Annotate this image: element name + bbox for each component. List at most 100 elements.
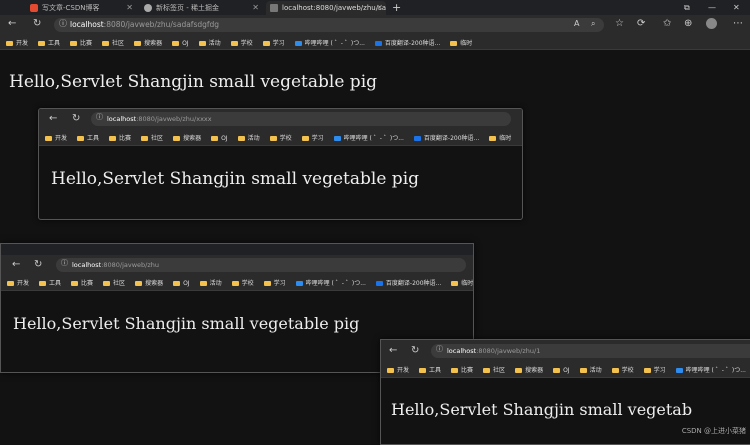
bookmark-item[interactable]: 学习 [262,36,285,49]
bookmark-item[interactable]: 临时 [451,276,473,291]
read-aloud-icon[interactable]: A [574,20,579,28]
bookmark-item[interactable]: 哔哩哔哩 ( ゜- ゜)つ... [675,363,746,378]
folder-icon [515,367,523,373]
folder-icon [198,41,206,46]
address-bar[interactable]: ⓘ localhost:8080/javweb/zhu/1 [431,344,750,358]
folder-icon [199,280,207,286]
back-icon[interactable]: ← [389,346,397,356]
favorite-star-icon[interactable]: ☆ [615,19,624,29]
reload-icon[interactable]: ↻ [411,346,419,356]
screenshot-window-1: ← ↻ ⓘ localhost:8080/javweb/zhu/xxxx 开发工… [38,108,523,220]
bookmark-item[interactable]: OJ [172,36,189,49]
bookmark-item[interactable]: 比赛 [451,363,473,378]
minimize-icon[interactable]: — [708,0,716,15]
close-window-icon[interactable]: ✕ [733,0,740,15]
bookmark-item[interactable]: 活动 [237,130,260,145]
bookmark-item[interactable]: 工具 [38,36,60,49]
bookmark-item[interactable]: 哔哩哔哩 ( ゜- ゜)つ... [294,36,365,49]
bookmark-item[interactable]: 社区 [102,36,124,49]
url-path: :8080/javweb/zhu/sadafsdgfdg [103,20,220,29]
new-tab-button[interactable]: + [392,0,401,15]
page-text: Hello,Servlet Shangjin small vegetable p… [51,169,420,189]
folder-icon [237,136,245,141]
reload-icon[interactable]: ↻ [72,114,80,124]
favorites-icon[interactable]: ✩ [663,19,671,29]
back-icon[interactable]: ← [12,260,20,270]
bookmark-item[interactable]: 临时 [450,36,472,49]
bookmark-item[interactable]: 学校 [231,276,254,291]
bookmark-item[interactable]: 搜索器 [135,276,163,291]
bookmark-item[interactable]: 哔哩哔哩 ( ゜- ゜)つ... [295,276,366,291]
bookmark-item[interactable]: 搜索器 [134,36,162,49]
bookmark-item[interactable]: OJ [211,130,228,145]
bookmark-item[interactable]: 比赛 [109,130,131,145]
reload-icon[interactable]: ↻ [34,260,42,270]
bookmark-item[interactable]: 开发 [6,36,28,49]
close-icon[interactable]: ✕ [252,1,259,15]
more-menu-icon[interactable]: ⋯ [733,19,743,29]
reload-icon[interactable]: ↻ [33,19,41,29]
csdn-watermark: CSDN @上进小菜猪 [681,427,746,435]
bookmark-item[interactable]: 开发 [387,363,409,378]
toolbar: ← ↻ ⓘ localhost:8080/javweb/zhu [1,255,473,275]
page-favicon-icon [270,4,278,12]
bookmark-item[interactable]: OJ [173,276,190,291]
folder-icon [71,280,79,286]
bookmark-item[interactable]: 工具 [39,276,61,291]
bookmark-item[interactable]: OJ [553,363,570,378]
bookmark-item[interactable]: 百度翻译-200种语... [375,276,441,291]
baidu-translate-icon [375,280,383,286]
close-icon[interactable]: ✕ [376,1,383,15]
bookmark-item[interactable]: 学习 [263,276,286,291]
bookmark-item[interactable]: 搜索器 [173,130,201,145]
bookmark-item[interactable]: 哔哩哔哩 ( ゜- ゜)つ... [333,130,404,145]
folder-icon [419,367,427,373]
tab-juejin[interactable]: 新标签页 - 稀土掘金 ✕ [140,1,262,15]
bookmark-item[interactable]: 临时 [489,130,511,145]
address-bar[interactable]: ⓘ localhost:8080/javweb/zhu/xxxx [91,112,511,126]
bookmark-item[interactable]: 开发 [45,130,67,145]
folder-icon [230,41,238,46]
bookmark-item[interactable]: 学习 [301,130,324,145]
back-icon[interactable]: ← [8,19,16,29]
bookmark-item[interactable]: 开发 [7,276,29,291]
address-bar[interactable]: ⓘ localhost:8080/javweb/zhu/sadafsdgfdg … [54,18,604,32]
folder-icon [451,367,459,373]
bookmark-item[interactable]: 百度翻译-200种语... [413,130,479,145]
bookmark-item[interactable]: 学习 [643,363,666,378]
tab-actions-icon[interactable]: ⧉ [684,0,690,15]
folder-icon [173,280,181,286]
back-icon[interactable]: ← [49,114,57,124]
url-path: :8080/javweb/zhu/1 [476,347,541,355]
bookmark-item[interactable]: 活动 [579,363,602,378]
folder-icon [172,41,180,46]
url-path: :8080/javweb/zhu [101,261,160,269]
zoom-icon[interactable]: ⌕ [591,20,595,28]
bookmark-item[interactable]: 学校 [611,363,634,378]
folder-icon [263,280,271,286]
tab-csdn[interactable]: 写文章-CSDN博客 ✕ [26,1,136,15]
bookmark-item[interactable]: 工具 [419,363,441,378]
folder-icon [6,41,13,46]
bookmark-item[interactable]: 工具 [77,130,99,145]
bookmark-item[interactable]: 社区 [141,130,163,145]
address-bar[interactable]: ⓘ localhost:8080/javweb/zhu [56,258,466,272]
refresh-extension-icon[interactable]: ⟳ [637,19,645,29]
collections-icon[interactable]: ⊕ [684,19,692,29]
close-icon[interactable]: ✕ [126,1,133,15]
bookmark-item[interactable]: 社区 [483,363,505,378]
folder-icon [141,136,149,141]
tab-localhost[interactable]: localhost:8080/javweb/zhu/sadi ✕ [266,1,386,15]
profile-avatar-icon[interactable] [706,18,717,29]
bookmark-item[interactable]: 搜索器 [515,363,543,378]
folder-icon [103,280,111,286]
bookmark-item[interactable]: 社区 [103,276,125,291]
bookmark-item[interactable]: 活动 [198,36,221,49]
bookmark-item[interactable]: 比赛 [71,276,93,291]
bookmark-item[interactable]: 学校 [269,130,292,145]
bookmark-item[interactable]: 百度翻译-200种语... [374,36,440,49]
bookmark-item[interactable]: 比赛 [70,36,92,49]
bookmark-item[interactable]: 学校 [230,36,253,49]
folder-icon [611,367,619,373]
bookmark-item[interactable]: 活动 [199,276,222,291]
